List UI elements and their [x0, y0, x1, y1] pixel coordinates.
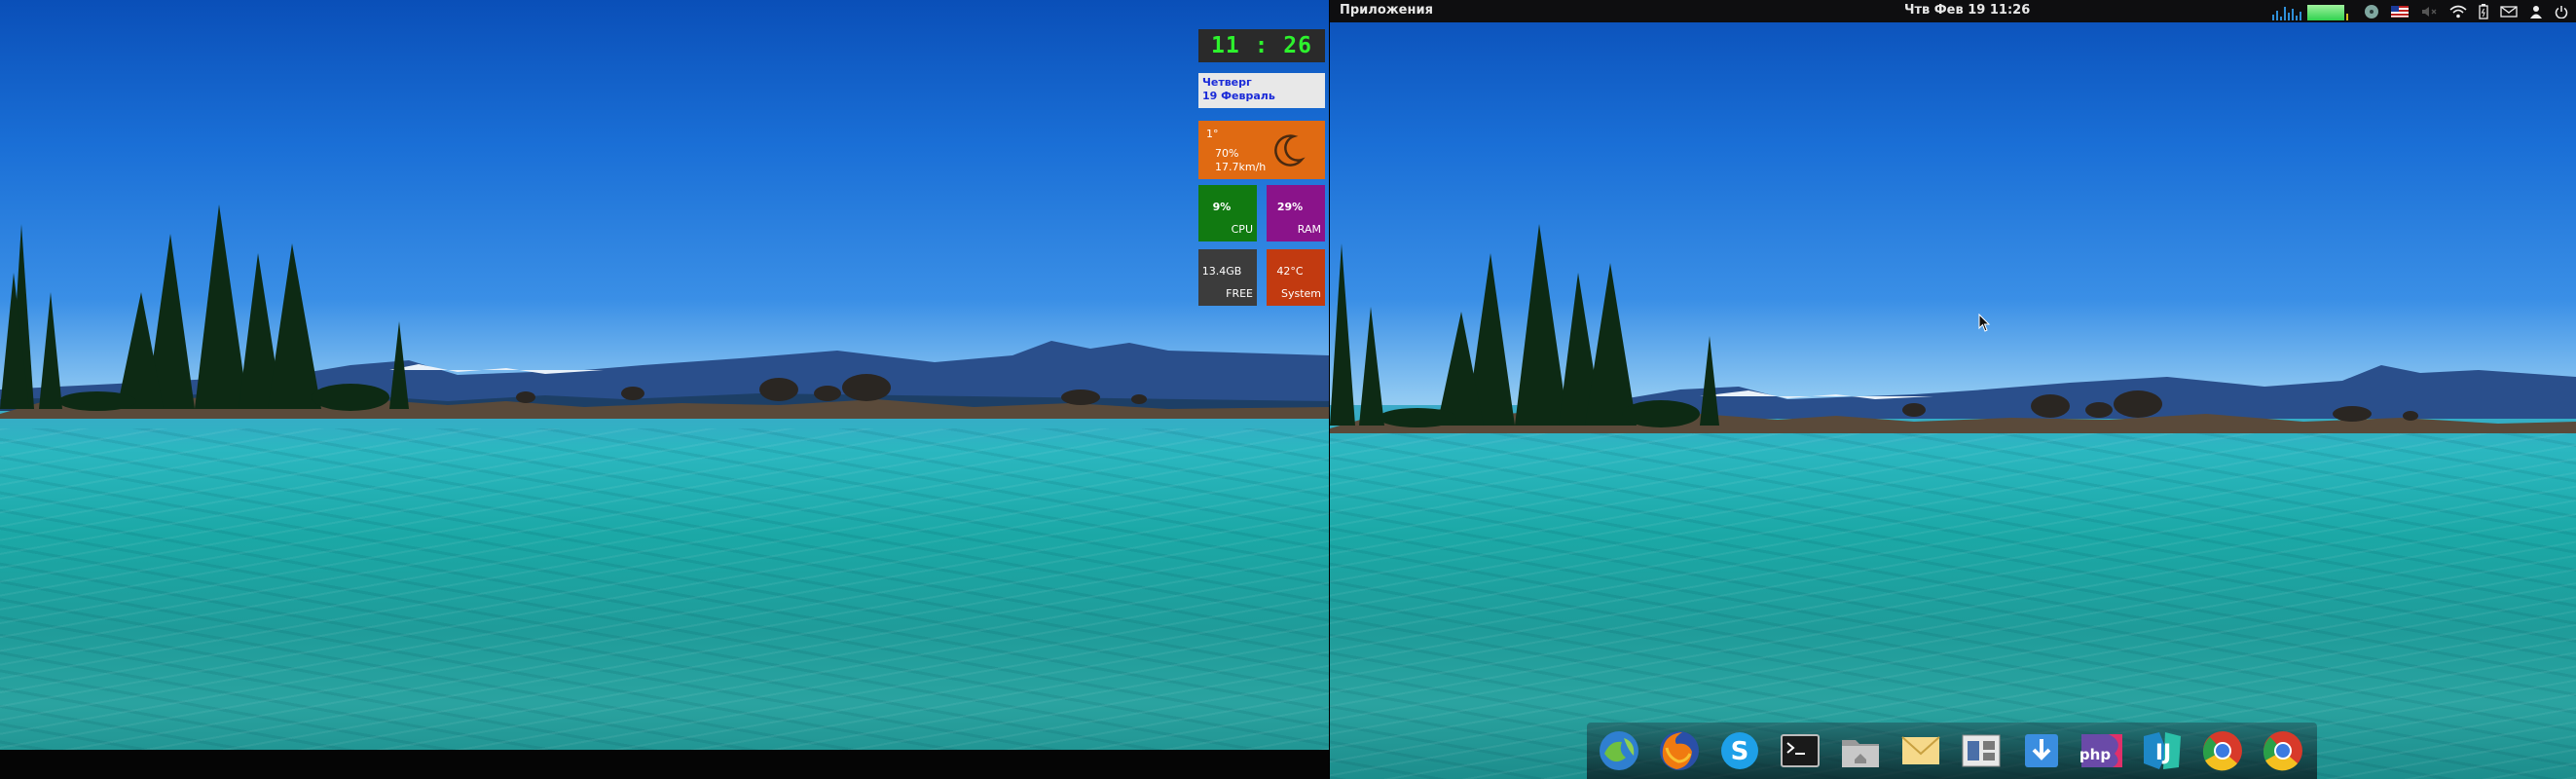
conky-ram-tile: 29% RAM: [1267, 185, 1325, 241]
pantheon-icon[interactable]: [1597, 728, 1641, 773]
user-icon[interactable]: [2529, 0, 2543, 22]
svg-text:IJ: IJ: [2155, 741, 2171, 765]
wallpaper-landscape: [0, 204, 1329, 419]
conky-clock: 11 : 26: [1198, 29, 1325, 62]
weather-humidity: 70%: [1215, 147, 1239, 160]
temp-label: System: [1280, 287, 1321, 300]
terminal-icon[interactable]: [1778, 728, 1822, 773]
conky-temp-tile: 42°C System: [1267, 249, 1325, 306]
wifi-icon[interactable]: [2449, 0, 2467, 22]
cpu-value: 9%: [1212, 201, 1232, 213]
chrome-icon[interactable]: [2261, 728, 2305, 773]
wallpaper-landscape-right: [1330, 224, 2576, 433]
indicator-area: [2270, 0, 2568, 22]
ram-value: 29%: [1276, 201, 1304, 213]
disk-value: 13.4GB: [1201, 265, 1242, 278]
mouse-cursor: [1978, 314, 1991, 332]
firefox-icon[interactable]: [1657, 728, 1702, 773]
mail-icon[interactable]: [1898, 728, 1943, 773]
disk-icon[interactable]: [2364, 0, 2379, 22]
conky-day-month: 19 Февраль: [1202, 90, 1275, 102]
dock: S php IJ: [1587, 723, 2317, 779]
weather-wind: 17.7km/h: [1215, 161, 1267, 173]
power-icon[interactable]: [2555, 0, 2568, 22]
phpstorm-icon[interactable]: php: [2079, 728, 2124, 773]
conky-disk-tile: 13.4GB FREE: [1198, 249, 1257, 306]
applications-menu[interactable]: Приложения: [1340, 3, 1433, 18]
files-icon[interactable]: [1838, 728, 1883, 773]
disk-label: FREE: [1226, 287, 1253, 300]
volume-muted-icon[interactable]: [2420, 0, 2438, 22]
desktop-right[interactable]: [1330, 0, 2576, 779]
temp-value: 42°C: [1276, 265, 1304, 278]
desktop-left[interactable]: [0, 0, 1329, 779]
cpu-label: CPU: [1231, 223, 1253, 236]
system-monitor-graph[interactable]: [2270, 2, 2352, 20]
top-panel: Приложения Чтв Фев 19 11:26: [1330, 0, 2576, 22]
us-flag-icon[interactable]: [2391, 0, 2409, 22]
downloads-icon[interactable]: [2019, 728, 2064, 773]
multitasking-icon[interactable]: [1959, 728, 2004, 773]
svg-text:php: php: [2079, 746, 2111, 763]
intellij-icon[interactable]: IJ: [2140, 728, 2185, 773]
skype-icon[interactable]: S: [1717, 728, 1762, 773]
svg-text:S: S: [1731, 737, 1749, 766]
conky-weather: 1° 70% 17.7km/h: [1198, 121, 1325, 179]
wallpaper-ripples: [0, 428, 1329, 779]
panel-clock[interactable]: Чтв Фев 19 11:26: [1904, 3, 2030, 18]
moon-icon: [1274, 134, 1306, 167]
chrome-icon[interactable]: [2200, 728, 2245, 773]
weather-temperature: 1°: [1206, 128, 1219, 140]
conky-cpu-tile: 9% CPU: [1198, 185, 1257, 241]
mail-icon[interactable]: [2500, 0, 2518, 22]
conky-date: Четверг 19 Февраль: [1198, 73, 1325, 108]
battery-icon[interactable]: [2479, 0, 2488, 22]
conky-weekday: Четверг: [1202, 76, 1252, 89]
bottom-black-bar: [0, 750, 1329, 779]
ram-label: RAM: [1297, 223, 1321, 236]
